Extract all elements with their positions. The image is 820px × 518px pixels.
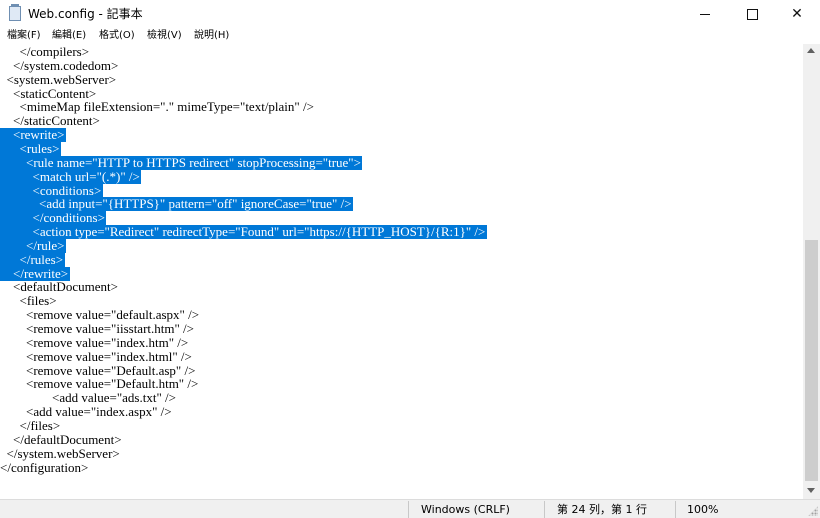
menu-edit[interactable]: 編輯(E): [52, 28, 86, 44]
code-line[interactable]: </system.webServer>: [0, 447, 120, 461]
code-line[interactable]: <add value="ads.txt" />: [0, 391, 176, 405]
scrollbar-thumb[interactable]: [805, 240, 818, 481]
status-zoom: 100%: [687, 503, 719, 516]
window-title: Web.config - 記事本: [28, 7, 143, 21]
status-divider: [675, 501, 676, 518]
status-divider: [408, 501, 409, 518]
menu-format[interactable]: 格式(O): [99, 28, 135, 44]
code-line[interactable]: <remove value="iisstart.htm" />: [0, 322, 194, 336]
close-icon: ✕: [791, 6, 803, 22]
code-line[interactable]: <mimeMap fileExtension="." mimeType="tex…: [0, 100, 314, 114]
code-line[interactable]: </defaultDocument>: [0, 433, 122, 447]
code-line[interactable]: <files>: [0, 294, 57, 308]
scroll-down-icon[interactable]: [807, 488, 815, 493]
code-line[interactable]: <rule name="HTTP to HTTPS redirect" stop…: [0, 156, 361, 170]
code-line[interactable]: </rule>: [0, 239, 65, 253]
minimize-button[interactable]: [682, 0, 728, 28]
menu-file[interactable]: 檔案(F): [7, 28, 41, 44]
minimize-icon: [700, 13, 710, 15]
code-line[interactable]: <defaultDocument>: [0, 280, 118, 294]
status-divider: [544, 501, 545, 518]
code-line[interactable]: <remove value="Default.htm" />: [0, 377, 198, 391]
status-position: 第 24 列，第 1 行: [557, 503, 647, 516]
vertical-scrollbar[interactable]: [803, 44, 820, 499]
title-bar[interactable]: Web.config - 記事本 ✕: [0, 0, 820, 28]
code-line[interactable]: <rewrite>: [0, 128, 64, 142]
code-line[interactable]: </compilers>: [0, 45, 90, 59]
menu-bar: 檔案(F) 編輯(E) 格式(O) 檢視(V) 說明(H): [0, 28, 820, 44]
code-line[interactable]: <system.webServer>: [0, 73, 117, 87]
code-line[interactable]: </files>: [0, 419, 61, 433]
maximize-icon: [746, 8, 758, 20]
resize-grip-icon[interactable]: [808, 506, 818, 516]
status-encoding: Windows (CRLF): [421, 503, 510, 516]
close-button[interactable]: ✕: [774, 0, 820, 28]
code-line[interactable]: <remove value="index.htm" />: [0, 336, 188, 350]
notepad-icon: [9, 4, 21, 21]
scroll-up-icon[interactable]: [807, 48, 815, 53]
code-line[interactable]: <remove value="default.aspx" />: [0, 308, 199, 322]
code-line[interactable]: <rules>: [0, 142, 60, 156]
code-line[interactable]: </configuration>: [0, 461, 88, 475]
code-line[interactable]: <match url="(.*)" />: [0, 170, 140, 184]
menu-help[interactable]: 說明(H): [194, 28, 229, 44]
menu-view[interactable]: 檢視(V): [147, 28, 182, 44]
code-line[interactable]: <add input="{HTTPS}" pattern="off" ignor…: [0, 197, 352, 211]
code-line[interactable]: </rules>: [0, 253, 64, 267]
maximize-button[interactable]: [729, 0, 775, 28]
status-bar: Windows (CRLF) 第 24 列，第 1 行 100%: [0, 499, 820, 518]
code-line[interactable]: <action type="Redirect" redirectType="Fo…: [0, 225, 486, 239]
code-line[interactable]: </system.codedom>: [0, 59, 118, 73]
code-line[interactable]: <remove value="index.html" />: [0, 350, 192, 364]
code-line[interactable]: <add value="index.aspx" />: [0, 405, 172, 419]
text-editor[interactable]: </compilers> </system.codedom> <system.w…: [0, 44, 803, 499]
code-line[interactable]: </staticContent>: [0, 114, 100, 128]
code-line[interactable]: </conditions>: [0, 211, 105, 225]
